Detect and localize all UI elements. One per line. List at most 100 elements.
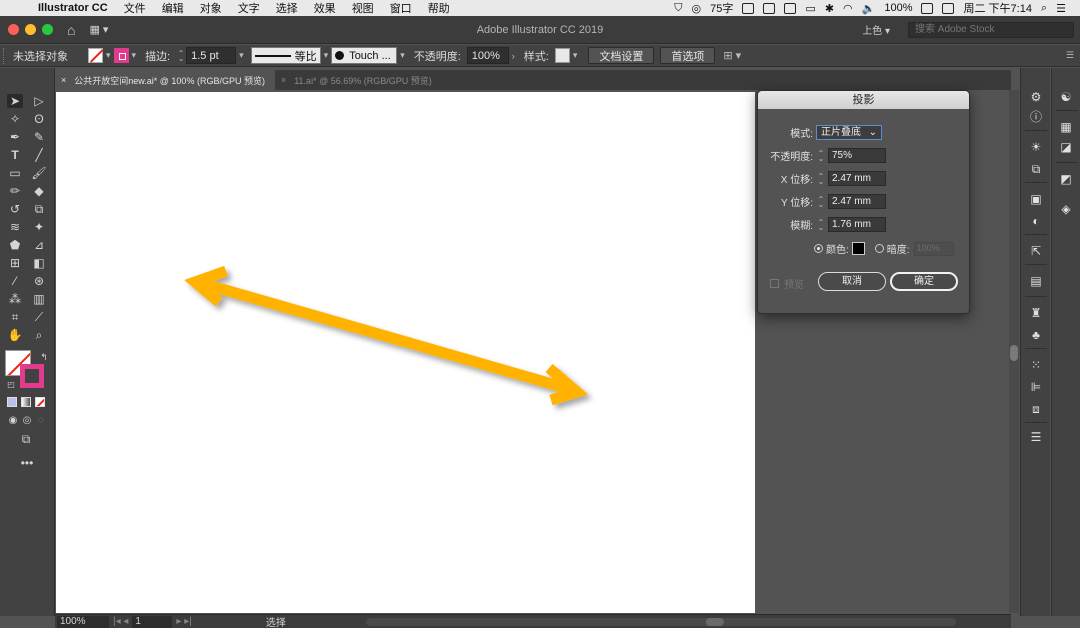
darkness-radio[interactable] <box>874 244 884 253</box>
menu-app-name[interactable]: Illustrator CC <box>32 2 116 14</box>
stroke-panel-icon[interactable]: ☰ <box>1029 430 1043 444</box>
double-arrow-shape[interactable] <box>184 265 589 406</box>
display-icon[interactable] <box>784 2 797 14</box>
s-app-icon[interactable] <box>942 2 955 14</box>
panel-menu-icon[interactable]: ☰ <box>1066 50 1074 61</box>
symbols-club-icon[interactable]: ♣ <box>1029 328 1043 342</box>
width-tool-icon[interactable]: ≋ <box>7 220 23 234</box>
x-offset-field[interactable]: 2.47 mm <box>828 171 886 186</box>
transparency-icon[interactable]: ◐ <box>1029 214 1043 228</box>
appearance-sun-icon[interactable]: ☀ <box>1029 140 1043 154</box>
properties-gear-icon[interactable]: ⚙ <box>1029 90 1043 104</box>
blend-tool-icon[interactable]: ⊛ <box>31 274 47 288</box>
menu-edit[interactable]: 编辑 <box>154 0 192 16</box>
fill-swatch[interactable] <box>88 48 103 63</box>
shape-builder-tool-icon[interactable]: ⬟ <box>7 238 23 252</box>
menu-type[interactable]: 文字 <box>230 0 268 16</box>
curvature-tool-icon[interactable]: ✎ <box>31 130 47 144</box>
eyedropper-tool-icon[interactable]: ⁄ <box>7 274 23 288</box>
profile-chevron-down-icon[interactable]: ▾ <box>324 50 329 61</box>
zoom-window-button[interactable] <box>42 24 53 35</box>
document-tab-active[interactable]: × 公共开放空间new.ai* @ 100% (RGB/GPU 预览) <box>55 70 275 90</box>
document-tab-inactive[interactable]: × 11.ai* @ 56.69% (RGB/GPU 预览) <box>275 70 442 90</box>
stock-search-input[interactable] <box>908 21 1074 38</box>
stroke-weight-chevron-down-icon[interactable]: ▾ <box>239 50 244 61</box>
graphic-styles-icon[interactable]: ◩ <box>1059 172 1073 186</box>
blur-field[interactable]: 1.76 mm <box>828 217 886 232</box>
stroke-label[interactable]: 描边: <box>145 48 170 64</box>
preferences-button[interactable]: 首选项 <box>660 47 716 64</box>
scale-tool-icon[interactable]: ⧉ <box>31 202 47 216</box>
line-segment-tool-icon[interactable]: ╱ <box>31 148 47 162</box>
selection-tool-icon[interactable]: ➤ <box>7 94 23 108</box>
artboard-nav-first-icon[interactable]: |◂ ◂ <box>113 616 128 627</box>
stroke-color-swatch[interactable] <box>20 364 44 388</box>
battery-label[interactable]: 100% <box>884 2 912 14</box>
direct-selection-tool-icon[interactable]: ▷ <box>31 94 47 108</box>
eraser-tool-icon[interactable]: ◆ <box>31 184 47 198</box>
none-mode-icon[interactable] <box>35 397 45 407</box>
arrow-shaft[interactable] <box>201 278 573 395</box>
vertical-scrollbar[interactable] <box>1009 90 1019 613</box>
swap-fill-stroke-icon[interactable]: ↰ <box>36 350 52 364</box>
gradient-panel-icon[interactable]: ▣ <box>1029 192 1043 206</box>
lasso-tool-icon[interactable]: ʘ <box>31 112 47 126</box>
edit-toolbar-more-icon[interactable]: ••• <box>19 456 35 470</box>
stroke-weight-input[interactable]: 1.5 pt <box>186 47 237 64</box>
horizontal-scrollbar[interactable] <box>365 617 956 626</box>
wifi-icon[interactable]: ◠ <box>843 2 853 15</box>
stroke-chevron-down-icon[interactable]: ▾ <box>132 50 137 61</box>
menu-help[interactable]: 帮助 <box>420 0 458 16</box>
menu-file[interactable]: 文件 <box>116 0 154 16</box>
vertical-scrollbar-thumb[interactable] <box>1010 345 1018 361</box>
spotlight-icon[interactable]: ⌕ <box>1041 2 1047 15</box>
close-window-button[interactable] <box>8 24 19 35</box>
rectangle-tool-icon[interactable]: ▭ <box>7 166 23 180</box>
slice-tool-icon[interactable]: ⟋ <box>31 310 47 324</box>
bluetooth-icon[interactable]: ✱ <box>825 2 834 15</box>
zoom-level-select[interactable]: 100% <box>57 615 109 628</box>
control-bar-grip[interactable] <box>3 47 7 64</box>
shield-icon[interactable]: ⛉ <box>674 2 682 15</box>
pen-tool-icon[interactable]: ✒ <box>7 130 23 144</box>
opacity-stepper-icon[interactable]: ⌃ ⌄ <box>816 149 826 162</box>
transform-icon[interactable]: ⧉ <box>1029 162 1043 176</box>
paintbrush-tool-icon[interactable]: 🖌 <box>31 166 47 180</box>
home-icon[interactable]: ⌂ <box>67 22 75 38</box>
pathfinder-icon[interactable]: ⧈ <box>1029 402 1043 416</box>
grid-icon[interactable] <box>763 2 776 14</box>
opacity-input[interactable]: 100% <box>466 47 509 64</box>
fill-chevron-down-icon[interactable]: ▾ <box>106 50 111 61</box>
artboard[interactable] <box>56 92 755 613</box>
perspective-grid-tool-icon[interactable]: ⊿ <box>31 238 47 252</box>
ok-button[interactable]: 确定 <box>890 272 958 291</box>
battery-icon[interactable] <box>921 2 934 14</box>
arrange-documents-icon[interactable]: ▦ ▾ <box>89 23 108 36</box>
style-chevron-down-icon[interactable]: ▾ <box>573 50 578 61</box>
brushes-icon[interactable]: ♜ <box>1029 306 1043 320</box>
default-fill-stroke-icon[interactable]: ◰ <box>3 378 19 392</box>
preview-checkbox[interactable] <box>770 279 779 288</box>
screen-mode-icon[interactable]: ⧉ <box>18 432 34 446</box>
asset-export-icon[interactable]: ▤ <box>1029 274 1043 288</box>
clock[interactable]: 周二 下午7:14 <box>963 0 1031 16</box>
menu-window[interactable]: 窗口 <box>382 0 420 16</box>
draw-inside-icon[interactable]: ◌ <box>33 414 49 428</box>
menu-select[interactable]: 选择 <box>268 0 306 16</box>
zoom-tool-icon[interactable]: ⌕ <box>31 328 47 342</box>
artboard-tool-icon[interactable]: ⌗ <box>7 310 23 324</box>
opacity-chevron-right-icon[interactable]: › <box>512 51 515 61</box>
libraries-icon[interactable]: ◪ <box>1059 140 1073 154</box>
volume-icon[interactable]: 🔈 <box>862 2 876 15</box>
mesh-tool-icon[interactable]: ⊞ <box>7 256 23 270</box>
graphic-style-swatch[interactable] <box>554 48 570 63</box>
symbol-sprayer-tool-icon[interactable]: ⁂ <box>7 292 23 306</box>
airplay-icon[interactable]: ▭ <box>805 2 815 15</box>
stroke-swatch[interactable] <box>113 48 129 63</box>
minimize-window-button[interactable] <box>25 24 36 35</box>
arrange-icon[interactable]: ⊞ ▾ <box>723 49 741 62</box>
menu-effect[interactable]: 效果 <box>306 0 344 16</box>
tab-close-icon[interactable]: × <box>61 75 66 85</box>
word-count-badge[interactable]: 75字 <box>710 0 733 16</box>
tab-close-icon[interactable]: × <box>281 75 286 85</box>
